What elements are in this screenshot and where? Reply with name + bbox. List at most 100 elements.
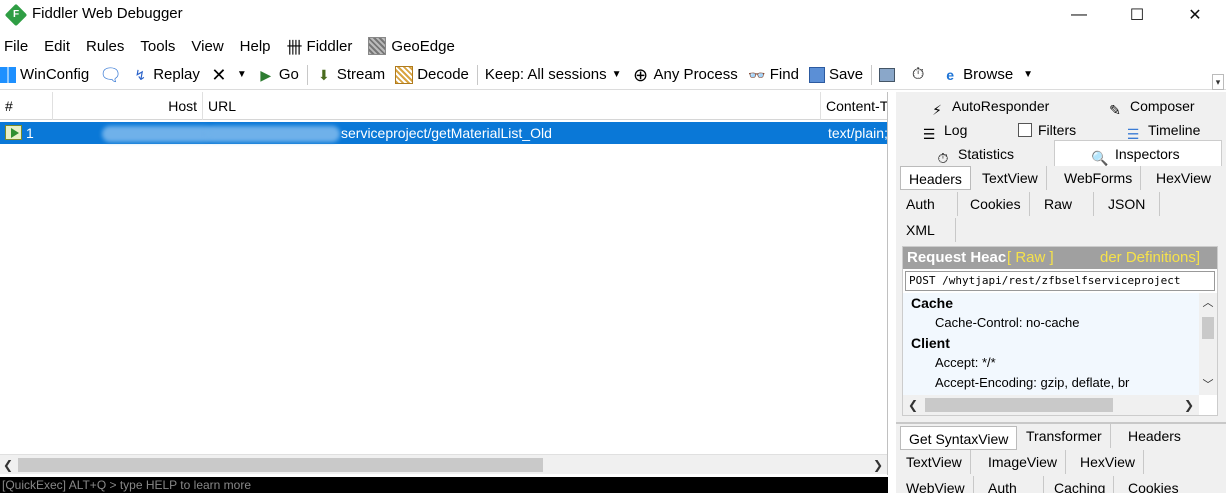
browse-button[interactable]: e Browse ▼ (941, 66, 1033, 84)
header-group-cache[interactable]: Cache (911, 295, 953, 311)
quickexec-input[interactable]: [QuickExec] ALT+Q > type HELP to learn m… (0, 477, 888, 493)
menu-tools[interactable]: Tools (140, 38, 175, 55)
comment-button[interactable]: 🗨 (99, 66, 122, 84)
sessions-grid: # Host URL Content-T 1 serviceproject/ge… (0, 92, 888, 475)
req-tab-textview[interactable]: TextView (974, 166, 1047, 190)
header-item[interactable]: Cache-Control: no-cache (935, 315, 1080, 330)
keep-sessions-dropdown[interactable]: Keep: All sessions ▼ (485, 66, 622, 83)
req-tab-headers[interactable]: Headers (900, 166, 971, 190)
scroll-right-icon[interactable]: ❯ (1181, 395, 1197, 415)
resp-tab-caching[interactable]: Caching (1046, 476, 1115, 493)
req-tab-hexview[interactable]: HexView (1148, 166, 1219, 190)
headers-vertical-scrollbar[interactable]: ︿ ﹀ (1199, 293, 1217, 395)
tab-timeline[interactable]: ☰ Timeline (1118, 118, 1226, 142)
save-icon (808, 66, 825, 83)
keep-sessions-label: Keep: All sessions (484, 66, 607, 83)
close-button[interactable]: ✕ (1166, 0, 1224, 30)
remove-button[interactable]: ✕ ▼ (210, 66, 246, 84)
window-title: Fiddler Web Debugger (32, 5, 183, 22)
column-header-host[interactable]: Host (53, 92, 203, 120)
stream-label: Stream (336, 66, 386, 83)
resp-tab-hexview[interactable]: HexView (1072, 450, 1144, 474)
menu-rules[interactable]: Rules (86, 38, 124, 55)
tab-log[interactable]: ☰ Log (914, 118, 994, 142)
scrollbar-thumb[interactable] (18, 458, 543, 472)
log-icon: ☰ (922, 126, 936, 142)
column-header-content-type[interactable]: Content-T (821, 92, 887, 120)
req-tab-cookies[interactable]: Cookies (962, 192, 1030, 216)
find-button[interactable]: 👓 Find (748, 66, 799, 84)
timer-button[interactable]: ⏱ (909, 66, 931, 84)
winconfig-button[interactable]: WinConfig (0, 66, 89, 83)
tab-autoresponder[interactable]: ⚡ AutoResponder (922, 94, 1072, 118)
header-item[interactable]: Accept: */* (935, 355, 996, 370)
menu-view[interactable]: View (191, 38, 223, 55)
menu-help[interactable]: Help (240, 38, 271, 55)
decode-button[interactable]: Decode (395, 65, 469, 84)
menu-geoedge[interactable]: GeoEdge (368, 37, 455, 55)
grid-header: # Host URL Content-T (0, 92, 887, 120)
toolbar-overflow-button[interactable]: ▾ (1212, 74, 1224, 90)
stream-button[interactable]: ⬇ Stream (315, 66, 385, 84)
column-header-number[interactable]: # (0, 92, 53, 120)
column-header-url[interactable]: URL (203, 92, 821, 120)
resp-tab-auth[interactable]: Auth (980, 476, 1044, 493)
session-number: 1 (26, 125, 34, 141)
menu-fiddler[interactable]: 卌 Fiddler (287, 34, 353, 58)
any-process-button[interactable]: ⊕ Any Process (632, 66, 738, 84)
scroll-down-icon[interactable]: ﹀ (1199, 377, 1217, 393)
resp-tab-webview[interactable]: WebView (898, 476, 974, 493)
req-tab-auth[interactable]: Auth (898, 192, 958, 216)
scrollbar-thumb[interactable] (925, 398, 1113, 412)
lightning-icon: ⚡ (932, 102, 942, 118)
save-button[interactable]: Save (808, 66, 863, 83)
screenshot-button[interactable] (879, 67, 899, 82)
request-arrow-icon (5, 125, 22, 140)
find-label: Find (769, 66, 799, 83)
winconfig-label: WinConfig (20, 66, 90, 83)
geoedge-icon (368, 37, 387, 55)
session-row[interactable]: 1 serviceproject/getMaterialList_Old tex… (0, 122, 887, 144)
checkbox-icon (1018, 123, 1032, 137)
maximize-button[interactable]: ☐ (1108, 0, 1166, 30)
req-tab-xml[interactable]: XML (898, 218, 956, 242)
header-group-client[interactable]: Client (911, 335, 950, 351)
toolbar-separator (476, 64, 478, 85)
resp-tab-textview[interactable]: TextView (898, 450, 971, 474)
resp-tab-headers[interactable]: Headers (1120, 424, 1189, 448)
inspector-panel: ⚡ AutoResponder ✎ Composer ☰ Log Filters… (896, 92, 1226, 493)
any-process-label: Any Process (653, 66, 738, 83)
req-tab-webforms[interactable]: WebForms (1056, 166, 1142, 190)
req-tab-json[interactable]: JSON (1100, 192, 1160, 216)
play-arrow-icon: ▶ (260, 66, 272, 83)
scroll-up-icon[interactable]: ︿ (1199, 295, 1217, 311)
tab-statistics[interactable]: ⏱ Statistics (928, 142, 1052, 166)
tab-filters[interactable]: Filters (1012, 118, 1112, 142)
app-logo-letter: F (12, 9, 20, 20)
tab-composer[interactable]: ✎ Composer (1100, 94, 1226, 118)
grid-horizontal-scrollbar[interactable]: ❮ ❯ (0, 454, 887, 475)
header-item[interactable]: Accept-Encoding: gzip, deflate, br (935, 375, 1129, 390)
headers-horizontal-scrollbar[interactable]: ❮ ❯ (903, 395, 1199, 415)
menu-file[interactable]: File (4, 38, 28, 55)
resp-tab-transformer[interactable]: Transformer (1018, 424, 1111, 448)
minimize-button[interactable]: — (1050, 0, 1108, 30)
replay-button[interactable]: ↯ Replay (131, 66, 200, 84)
resp-tab-imageview[interactable]: ImageView (980, 450, 1067, 474)
menu-edit[interactable]: Edit (44, 38, 70, 55)
go-label: Go (278, 66, 299, 83)
raw-link[interactable]: [ Raw ] (1007, 247, 1054, 269)
browse-dropdown-caret-icon: ▼ (1023, 69, 1034, 80)
scroll-left-icon[interactable]: ❮ (905, 395, 921, 415)
resp-tab-cookies[interactable]: Cookies (1120, 476, 1187, 493)
tab-log-label: Log (944, 122, 968, 138)
resp-tab-get-syntaxview[interactable]: Get SyntaxView (900, 426, 1018, 450)
scrollbar-thumb[interactable] (1202, 317, 1214, 339)
tab-inspectors[interactable]: 🔍 Inspectors (1054, 140, 1222, 166)
go-button[interactable]: ▶ Go (257, 66, 299, 84)
req-tab-raw[interactable]: Raw (1036, 192, 1094, 216)
scroll-left-icon[interactable]: ❮ (0, 455, 16, 475)
scroll-right-icon[interactable]: ❯ (870, 455, 886, 475)
title-bar: F Fiddler Web Debugger — ☐ ✕ (0, 0, 1226, 32)
header-definitions-link[interactable]: der Definitions] (1100, 247, 1200, 269)
